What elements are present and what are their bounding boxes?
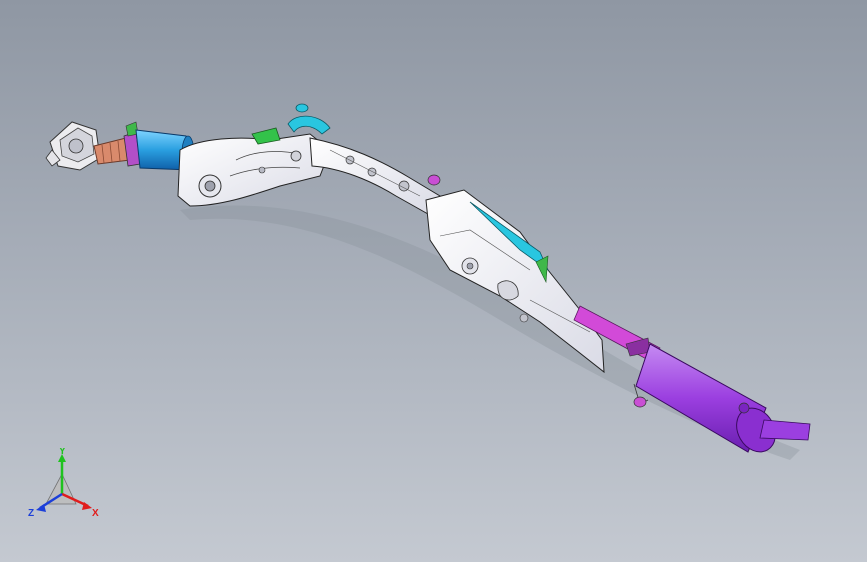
- y-axis-label: Y: [59, 448, 66, 457]
- intermediate-pipe-shield[interactable]: [309, 137, 441, 215]
- graphics-viewport[interactable]: Y X Z: [0, 0, 867, 562]
- bracket-cyan-top[interactable]: [287, 103, 331, 135]
- exhaust-assembly-model[interactable]: [0, 0, 867, 562]
- orientation-triad[interactable]: Y X Z: [26, 448, 106, 528]
- z-axis-label: Z: [28, 508, 34, 519]
- flex-pipe[interactable]: [93, 121, 141, 167]
- flange-connector[interactable]: [45, 121, 101, 171]
- heat-shield-front[interactable]: [177, 133, 331, 207]
- x-axis-label: X: [92, 508, 99, 519]
